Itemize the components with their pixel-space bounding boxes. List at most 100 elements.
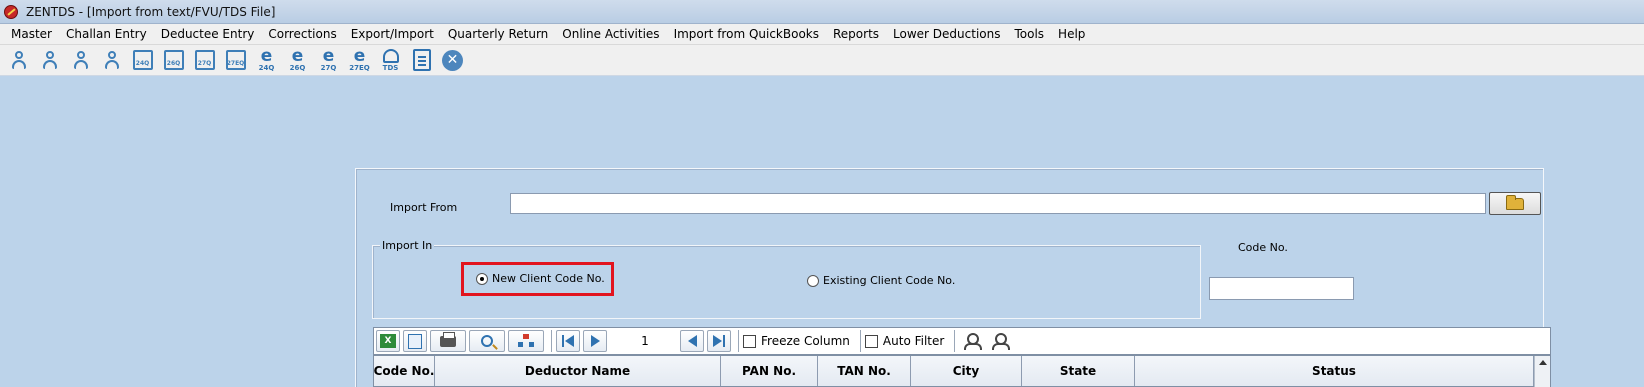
report-icon <box>412 49 431 71</box>
deductees-icon <box>41 50 59 70</box>
column-header-status[interactable]: Status <box>1135 356 1534 386</box>
search-icon <box>481 335 493 347</box>
menu-import-quickbooks[interactable]: Import from QuickBooks <box>667 27 826 41</box>
form-26q-button[interactable]: 26Q <box>160 47 187 73</box>
separator <box>859 330 861 352</box>
next-page-button[interactable] <box>680 330 704 352</box>
column-header-pan-no[interactable]: PAN No. <box>721 356 818 386</box>
chevron-up-icon <box>1538 360 1547 365</box>
menu-challan-entry[interactable]: Challan Entry <box>59 27 154 41</box>
existing-client-option[interactable]: Existing Client Code No. <box>807 274 955 287</box>
employee-master-button[interactable] <box>98 47 125 73</box>
user-filter-icon[interactable] <box>992 333 1011 350</box>
menu-master[interactable]: Master <box>4 27 59 41</box>
first-page-bar-icon <box>562 335 564 347</box>
excel-icon: X <box>380 334 396 348</box>
menu-reports[interactable]: Reports <box>826 27 886 41</box>
form-24q-icon: 24Q <box>132 50 153 70</box>
menu-online-activities[interactable]: Online Activities <box>555 27 666 41</box>
group-button[interactable] <box>508 330 544 352</box>
existing-client-label: Existing Client Code No. <box>823 274 956 287</box>
menu-deductee-entry[interactable]: Deductee Entry <box>154 27 262 41</box>
e-return-24q-button[interactable]: e 24Q <box>253 47 280 73</box>
separator <box>551 330 552 352</box>
report-button[interactable] <box>408 47 435 73</box>
e-return-27q-button[interactable]: e 27Q <box>315 47 342 73</box>
freeze-column-checkbox[interactable] <box>743 334 756 348</box>
code-no-label: Code No. <box>1238 241 1288 254</box>
new-client-label: New Client Code No. <box>492 272 605 285</box>
separator <box>954 330 956 352</box>
e-return-26q-icon: e 26Q <box>289 46 306 73</box>
existing-client-radio[interactable] <box>807 274 819 287</box>
column-header-deductor-name[interactable]: Deductor Name <box>435 356 721 386</box>
form-27eq-icon: 27EQ <box>225 50 246 70</box>
code-no-input[interactable] <box>1209 277 1354 300</box>
column-header-tan-no[interactable]: TAN No. <box>818 356 911 386</box>
deductees-button[interactable] <box>36 47 63 73</box>
close-icon: ✕ <box>442 49 463 71</box>
tree-icon <box>518 334 534 348</box>
menu-lower-deductions[interactable]: Lower Deductions <box>886 27 1007 41</box>
menu-quarterly-return[interactable]: Quarterly Return <box>441 27 555 41</box>
freeze-column-label: Freeze Column <box>761 334 850 348</box>
last-page-bar-icon <box>723 335 725 347</box>
e-return-27eq-button[interactable]: e 27EQ <box>346 47 373 73</box>
main-toolbar: 24Q 26Q 27Q 27EQ e 24Q e 26Q e 27Q e 27EQ TDS ✕ <box>0 45 1644 76</box>
e-return-27q-icon: e 27Q <box>320 46 337 73</box>
e-return-24q-icon: e 24Q <box>258 46 275 73</box>
column-header-state[interactable]: State <box>1022 356 1135 386</box>
form-27q-button[interactable]: 27Q <box>191 47 218 73</box>
menu-export-import[interactable]: Export/Import <box>344 27 441 41</box>
menu-corrections[interactable]: Corrections <box>261 27 343 41</box>
print-button[interactable] <box>430 330 466 352</box>
auto-filter-checkbox[interactable] <box>864 334 878 348</box>
party-master-icon <box>72 50 90 70</box>
party-master-button[interactable] <box>67 47 94 73</box>
scroll-up-button[interactable] <box>1534 356 1550 387</box>
column-header-code-no[interactable]: Code No. <box>374 356 435 386</box>
export-pdf-button[interactable] <box>403 330 427 352</box>
separator <box>738 330 739 352</box>
tds-icon: TDS <box>382 48 399 72</box>
import-from-input[interactable] <box>510 193 1486 214</box>
title-bar: ZENTDS - [Import from text/FVU/TDS File] <box>0 0 1644 24</box>
close-button[interactable]: ✕ <box>439 47 466 73</box>
employee-master-icon <box>103 50 121 70</box>
freeze-column-option[interactable]: Freeze Column <box>743 334 850 348</box>
auto-filter-option[interactable]: Auto Filter <box>864 334 944 348</box>
deductor-icon <box>10 50 28 70</box>
app-icon <box>4 4 18 19</box>
e-return-26q-button[interactable]: e 26Q <box>284 47 311 73</box>
find-button[interactable] <box>469 330 505 352</box>
browse-button[interactable] <box>1489 192 1541 215</box>
form-27q-icon: 27Q <box>194 50 215 70</box>
first-page-icon <box>565 335 574 347</box>
menu-tools[interactable]: Tools <box>1007 27 1051 41</box>
menu-help[interactable]: Help <box>1051 27 1092 41</box>
e-return-27eq-icon: e 27EQ <box>349 46 370 73</box>
menu-bar: Master Challan Entry Deductee Entry Correct… <box>0 24 1644 45</box>
pdf-icon <box>408 333 422 349</box>
folder-open-icon <box>1506 194 1524 210</box>
grid-toolbar: X 1 Freeze Column Auto Filter <box>373 327 1551 355</box>
export-excel-button[interactable]: X <box>376 330 400 352</box>
import-from-label: Import From <box>390 201 458 214</box>
grid-header: Code No. Deductor Name PAN No. TAN No. City S… <box>373 355 1551 387</box>
last-page-icon <box>713 335 722 347</box>
tds-button[interactable]: TDS <box>377 47 404 73</box>
prev-page-button[interactable] <box>583 330 607 352</box>
form-24q-button[interactable]: 24Q <box>129 47 156 73</box>
prev-page-icon <box>590 335 600 347</box>
deductor-button[interactable] <box>5 47 32 73</box>
user-search-icon[interactable] <box>964 333 983 350</box>
page-number: 1 <box>641 334 649 348</box>
new-client-option[interactable]: New Client Code No. <box>476 272 605 285</box>
last-page-button[interactable] <box>707 330 731 352</box>
import-in-label: Import In <box>380 239 435 252</box>
first-page-button[interactable] <box>556 330 580 352</box>
new-client-radio[interactable] <box>476 272 488 285</box>
next-page-icon <box>687 335 697 347</box>
column-header-city[interactable]: City <box>911 356 1022 386</box>
form-27eq-button[interactable]: 27EQ <box>222 47 249 73</box>
